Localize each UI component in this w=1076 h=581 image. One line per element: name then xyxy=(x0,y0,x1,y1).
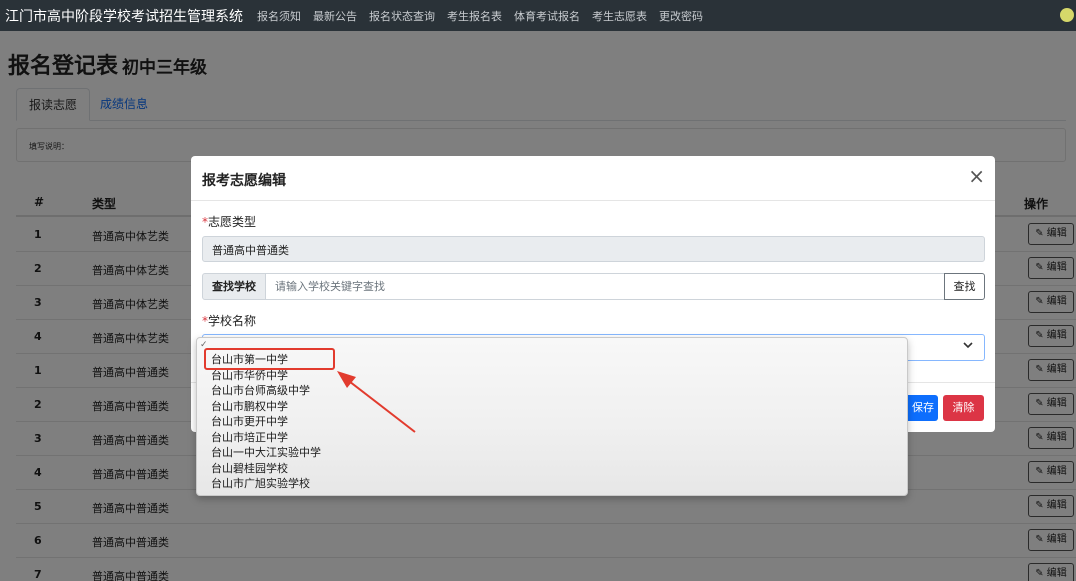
school-option[interactable]: 台山市台师高级中学 xyxy=(211,383,310,398)
user-icon[interactable] xyxy=(1060,8,1074,22)
search-button[interactable]: 查找 xyxy=(944,273,985,300)
brand-title: 江门市高中阶段学校考试招生管理系统 xyxy=(5,8,243,25)
chevron-down-icon xyxy=(962,339,974,354)
school-option[interactable]: 台山一中大江实验中学 xyxy=(211,445,321,460)
annotation-highlight-box xyxy=(204,348,335,370)
wish-type-field: 普通高中普通类 xyxy=(202,236,985,262)
nav-item-wishes[interactable]: 考生志愿表 xyxy=(592,8,647,24)
school-option[interactable]: 台山市培正中学 xyxy=(211,430,288,445)
school-search-input[interactable] xyxy=(265,273,945,300)
close-icon[interactable]: × xyxy=(968,166,985,186)
wish-type-label-text: 志愿类型 xyxy=(208,215,257,229)
wish-type-label: *志愿类型 xyxy=(202,215,257,229)
nav-item-announcements[interactable]: 最新公告 xyxy=(313,8,357,24)
nav-item-registration-form[interactable]: 考生报名表 xyxy=(447,8,502,24)
school-option[interactable]: 台山市更开中学 xyxy=(211,414,288,429)
school-name-label: *学校名称 xyxy=(202,314,257,328)
school-name-label-text: 学校名称 xyxy=(208,314,257,328)
school-option[interactable]: 台山碧桂园学校 xyxy=(211,461,288,476)
clear-button[interactable]: 清除 xyxy=(943,395,984,421)
modal-title: 报考志愿编辑 xyxy=(202,173,286,189)
school-option[interactable]: 台山市鹏权中学 xyxy=(211,399,288,414)
search-prefix-label: 查找学校 xyxy=(202,273,266,300)
school-option[interactable]: 台山市广旭实验学校 xyxy=(211,476,310,491)
nav-item-pe-exam[interactable]: 体育考试报名 xyxy=(514,8,580,24)
top-navbar: 江门市高中阶段学校考试招生管理系统 报名须知 最新公告 报名状态查询 考生报名表… xyxy=(0,0,1076,31)
modal-header: 报考志愿编辑 × xyxy=(191,156,995,201)
nav-item-notice[interactable]: 报名须知 xyxy=(257,8,301,24)
nav-item-change-password[interactable]: 更改密码 xyxy=(659,8,703,24)
school-search-group: 查找学校 查找 xyxy=(202,273,985,300)
nav-item-status[interactable]: 报名状态查询 xyxy=(369,8,435,24)
